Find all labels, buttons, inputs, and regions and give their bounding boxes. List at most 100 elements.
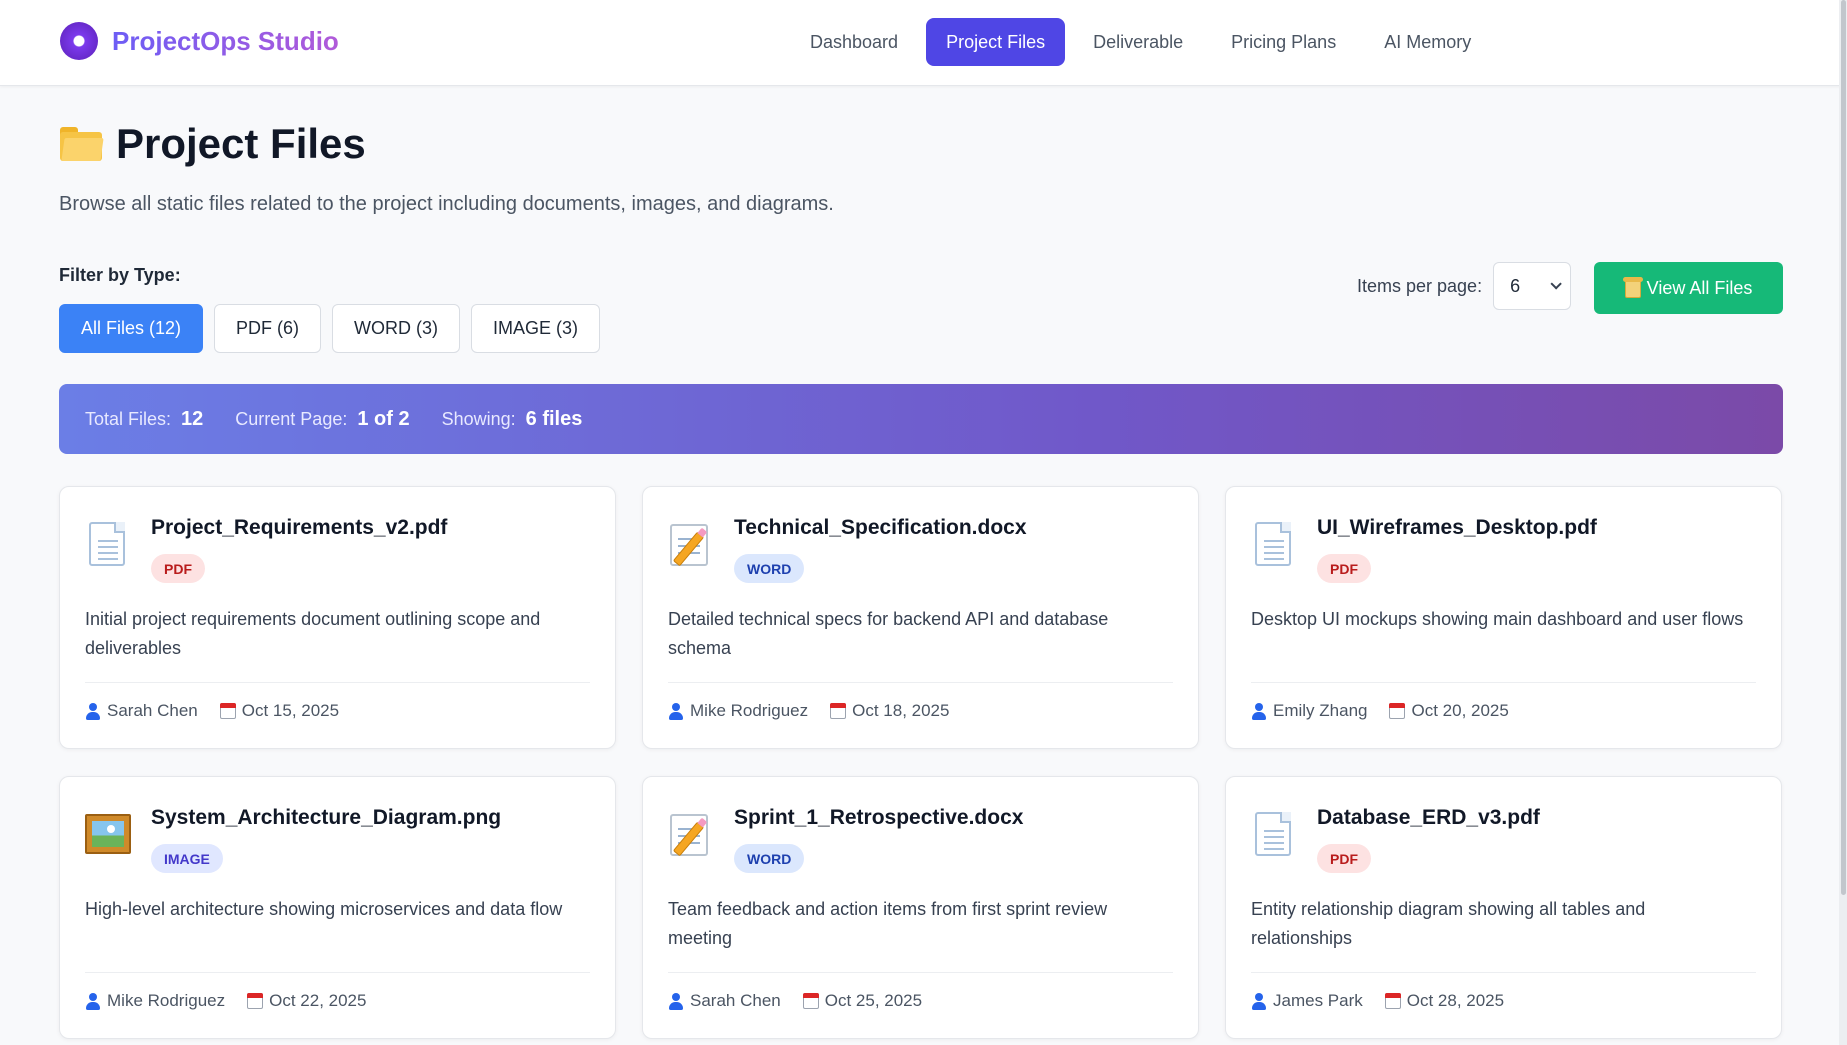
calendar-icon [1384,993,1401,1009]
file-type-badge: PDF [151,554,205,583]
card-divider [85,972,590,973]
brand-name: ProjectOps Studio [112,25,339,56]
file-meta: Mike Rodriguez Oct 18, 2025 [668,701,949,721]
stat-showing-label: Showing: [441,408,516,429]
file-description: Detailed technical specs for backend API… [668,609,1109,658]
stats-bar: Total Files: 12 Current Page: 1 of 2 Sho… [59,384,1783,454]
card-divider [668,972,1173,973]
file-author-name: Sarah Chen [107,701,198,720]
file-author-name: Emily Zhang [1273,701,1368,720]
filter-all-button[interactable]: All Files (12) [59,304,204,353]
file-name[interactable]: System_Architecture_Diagram.png [151,806,501,830]
file-type-badge: PDF [1317,554,1371,583]
stat-total-label: Total Files: [85,408,172,429]
memo-icon [668,520,712,568]
file-date: Oct 18, 2025 [830,701,949,721]
brand[interactable]: ✦ ProjectOps Studio [60,22,339,60]
view-all-files-button[interactable]: View All Files [1594,262,1783,314]
document-icon [1251,520,1295,568]
filter-pdf-button[interactable]: PDF (6) [214,304,322,353]
file-date: Oct 22, 2025 [247,991,366,1011]
card-divider [1251,682,1756,683]
file-card[interactable]: Database_ERD_v3.pdf PDF Entity relations… [1225,776,1782,1039]
file-card[interactable]: UI_Wireframes_Desktop.pdf PDF Desktop UI… [1225,486,1782,749]
card-divider [1251,972,1756,973]
file-meta: James Park Oct 28, 2025 [1251,991,1504,1011]
file-author: James Park [1251,991,1363,1011]
stat-showing-value: 6 files [525,407,583,430]
nav-project-files[interactable]: Project Files [926,18,1066,66]
file-meta: Sarah Chen Oct 15, 2025 [85,701,339,721]
file-name[interactable]: UI_Wireframes_Desktop.pdf [1317,516,1597,540]
file-author-name: Mike Rodriguez [107,991,226,1010]
stat-page-value: 1 of 2 [357,407,410,430]
card-divider [85,682,590,683]
file-author: Sarah Chen [85,701,198,721]
file-meta: Mike Rodriguez Oct 22, 2025 [85,991,366,1011]
stat-page-label: Current Page: [235,408,348,429]
file-date: Oct 15, 2025 [219,701,340,721]
filter-group: All Files (12) PDF (6) WORD (3) IMAGE (3… [59,304,601,353]
file-description: Initial project requirements document ou… [85,609,541,658]
file-name[interactable]: Technical_Specification.docx [734,516,1027,540]
file-author: Sarah Chen [668,991,781,1011]
file-date-value: Oct 18, 2025 [852,701,950,720]
nav-pricing-plans[interactable]: Pricing Plans [1211,18,1356,66]
file-type-badge: WORD [734,554,805,583]
chevron-down-icon [1550,278,1562,290]
file-description: High-level architecture showing microser… [85,899,563,919]
file-author: Emily Zhang [1251,701,1367,721]
page-title: Project Files [60,120,366,168]
filter-image-button[interactable]: IMAGE (3) [471,304,601,353]
card-divider [668,682,1173,683]
framed-picture-icon [85,810,131,858]
calendar-icon [219,703,236,719]
calendar-icon [830,703,847,719]
file-card[interactable]: Technical_Specification.docx WORD Detail… [642,486,1199,749]
filter-word-button[interactable]: WORD (3) [332,304,461,353]
brand-logo-icon: ✦ [60,22,98,60]
file-name[interactable]: Project_Requirements_v2.pdf [151,516,447,540]
user-icon [85,992,101,1010]
page-scrollbar[interactable] [1839,0,1847,1045]
nav-dashboard[interactable]: Dashboard [790,18,918,66]
calendar-icon [802,993,819,1009]
file-date: Oct 20, 2025 [1389,701,1509,721]
scroll-icon [1622,277,1643,298]
stat-current-page: Current Page: 1 of 2 [235,408,409,431]
user-icon [1251,992,1267,1010]
document-icon [85,520,129,568]
folder-icon [60,127,104,161]
file-author: Mike Rodriguez [668,701,808,721]
items-per-page: Items per page: 6 [1357,262,1572,310]
file-date: Oct 25, 2025 [802,991,923,1011]
scrollbar-thumb[interactable] [1841,0,1846,895]
file-type-badge: IMAGE [151,844,223,873]
page-subtitle: Browse all static files related to the p… [59,193,834,215]
items-per-page-select[interactable]: 6 [1493,262,1572,310]
file-name[interactable]: Sprint_1_Retrospective.docx [734,806,1023,830]
stat-total-value: 12 [181,407,204,430]
file-card[interactable]: Sprint_1_Retrospective.docx WORD Team fe… [642,776,1199,1039]
file-description: Team feedback and action items from firs… [668,899,1108,948]
nav-ai-memory[interactable]: AI Memory [1364,18,1491,66]
file-meta: Emily Zhang Oct 20, 2025 [1251,701,1509,721]
file-author-name: Sarah Chen [690,991,781,1010]
nav-deliverable[interactable]: Deliverable [1073,18,1203,66]
file-author: Mike Rodriguez [85,991,225,1011]
file-name[interactable]: Database_ERD_v3.pdf [1317,806,1540,830]
calendar-icon [247,993,264,1009]
file-date-value: Oct 15, 2025 [241,701,340,720]
file-date-value: Oct 28, 2025 [1406,991,1505,1010]
user-icon [85,702,101,720]
user-icon [668,702,684,720]
file-date-value: Oct 20, 2025 [1411,701,1509,720]
file-card[interactable]: System_Architecture_Diagram.png IMAGE Hi… [59,776,616,1039]
main-nav: Dashboard Project Files Deliverable Pric… [790,18,1491,66]
file-card[interactable]: Project_Requirements_v2.pdf PDF Initial … [59,486,616,749]
file-author-name: Mike Rodriguez [690,701,809,720]
stat-showing: Showing: 6 files [442,408,583,431]
file-date-value: Oct 25, 2025 [824,991,923,1010]
items-per-page-value: 6 [1510,275,1521,296]
top-navigation-bar: ✦ ProjectOps Studio Dashboard Project Fi… [0,0,1847,86]
